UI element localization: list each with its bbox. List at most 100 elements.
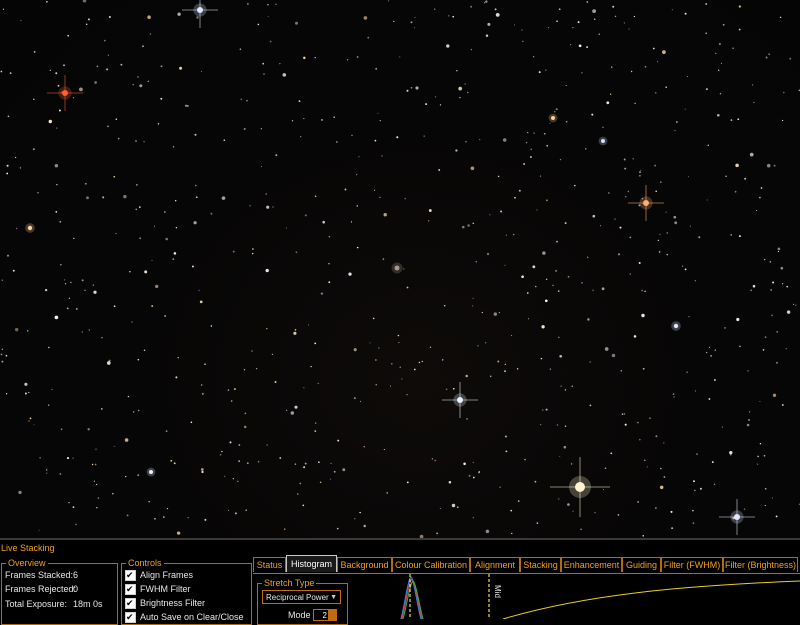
star — [698, 236, 701, 239]
star — [485, 34, 489, 37]
star — [246, 462, 249, 464]
star — [275, 154, 278, 157]
star — [472, 297, 474, 299]
star — [374, 139, 377, 142]
star — [133, 411, 135, 413]
checkbox-check-icon[interactable] — [125, 583, 136, 595]
tab-colour-calibration[interactable]: Colour Calibration — [392, 557, 470, 572]
checkbox-check-icon[interactable] — [125, 569, 136, 581]
star — [750, 289, 753, 292]
star — [351, 134, 353, 137]
star — [459, 96, 461, 99]
star — [637, 421, 639, 424]
brightness-filter-checkbox[interactable]: Brightness Filter — [125, 597, 245, 609]
star — [732, 47, 734, 50]
star — [542, 409, 544, 411]
star — [137, 409, 140, 412]
stacked-image-view[interactable] — [0, 0, 800, 538]
star — [132, 84, 134, 86]
star — [0, 353, 3, 356]
tab-filter-fwhm[interactable]: Filter (FWHM) — [661, 557, 723, 572]
tab-filter-brightness[interactable]: Filter (Brightness) — [723, 557, 798, 572]
star — [240, 98, 243, 101]
tab-status[interactable]: Status — [253, 557, 286, 572]
star — [765, 56, 768, 59]
star — [720, 62, 723, 64]
star — [625, 196, 627, 198]
star — [252, 248, 254, 250]
star — [769, 261, 772, 263]
stretch-type-dropdown[interactable]: Reciprocal Power ▼ — [262, 590, 341, 604]
star — [91, 463, 94, 466]
mode-label: Mode — [288, 610, 311, 620]
star — [773, 164, 776, 167]
star — [147, 15, 151, 19]
star — [504, 264, 506, 266]
align-frames-label: Align Frames — [140, 570, 194, 580]
star — [375, 384, 377, 386]
star — [565, 120, 568, 123]
star — [372, 317, 375, 320]
star — [157, 123, 160, 125]
star — [239, 48, 242, 51]
mode-stepper[interactable]: 2 — [313, 609, 329, 621]
align-frames-checkbox[interactable]: Align Frames — [125, 569, 245, 581]
star — [267, 3, 269, 6]
tab-guiding[interactable]: Guiding — [622, 557, 661, 572]
star — [619, 226, 622, 229]
star — [587, 318, 590, 321]
tab-histogram[interactable]: Histogram — [286, 555, 337, 572]
star — [743, 508, 746, 510]
star — [6, 172, 9, 175]
stepper-arrows-icon[interactable] — [329, 609, 337, 621]
star — [563, 445, 567, 449]
star — [151, 305, 154, 308]
star — [525, 141, 528, 144]
star — [93, 480, 95, 482]
tab-enhancement[interactable]: Enhancement — [561, 557, 622, 572]
star — [621, 413, 624, 415]
star — [593, 18, 596, 21]
star — [489, 375, 492, 378]
star — [51, 388, 53, 391]
star — [373, 189, 376, 191]
star — [541, 325, 545, 329]
star — [609, 93, 612, 95]
star — [387, 0, 390, 2]
star — [72, 457, 74, 459]
star — [655, 507, 657, 509]
star — [378, 347, 380, 349]
star — [722, 23, 725, 26]
tab-alignment[interactable]: Alignment — [470, 557, 520, 572]
star — [56, 127, 58, 129]
star — [555, 269, 558, 272]
star — [781, 404, 784, 406]
star — [356, 56, 359, 58]
star — [356, 246, 359, 249]
star — [792, 303, 795, 306]
tab-stacking[interactable]: Stacking — [520, 557, 561, 572]
star — [269, 40, 272, 43]
star — [684, 108, 686, 110]
star — [5, 354, 8, 357]
checkbox-check-icon[interactable] — [125, 597, 136, 609]
star — [126, 514, 129, 517]
star — [348, 272, 352, 276]
star — [570, 44, 572, 46]
star — [149, 33, 152, 35]
tab-background[interactable]: Background — [337, 557, 392, 572]
star — [148, 500, 150, 503]
star — [298, 100, 301, 102]
star — [601, 287, 605, 291]
star — [780, 266, 784, 270]
star — [738, 5, 741, 8]
fwhm-filter-checkbox[interactable]: FWHM Filter — [125, 583, 245, 595]
star — [101, 336, 103, 339]
star — [431, 458, 434, 460]
star — [279, 457, 282, 459]
histogram-graph[interactable] — [353, 574, 800, 619]
star — [779, 16, 782, 18]
star — [95, 483, 98, 486]
star — [353, 397, 356, 399]
star — [694, 489, 696, 492]
